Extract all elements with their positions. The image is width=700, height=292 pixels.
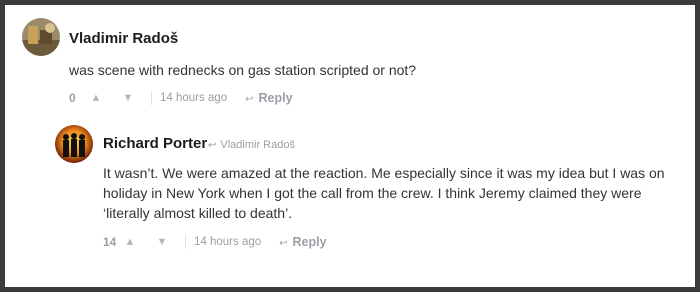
timestamp[interactable]: 14 hours ago <box>194 236 261 248</box>
upvote-icon[interactable]: ▲ <box>123 236 137 248</box>
reply-button[interactable]: ↩ Reply <box>245 91 292 105</box>
reply-label: Reply <box>292 235 327 249</box>
downvote-icon[interactable]: ▼ <box>121 92 135 104</box>
avatar[interactable] <box>55 125 93 163</box>
divider <box>185 235 186 249</box>
comment-actions: 0 ▲ ▼ 14 hours ago ↩ Reply <box>69 90 293 106</box>
comment-actions: 14 ▲ ▼ 14 hours ago ↩ Reply <box>103 234 327 250</box>
avatar[interactable] <box>22 18 60 56</box>
reply-button[interactable]: ↩ Reply <box>279 235 326 249</box>
reply-icon: ↩ <box>279 238 288 249</box>
comment-text: was scene with rednecks on gas station s… <box>69 62 417 78</box>
reply-to-name: Vladimir Radoš <box>220 139 295 151</box>
vote-score: 0 <box>69 91 76 105</box>
divider <box>151 91 152 105</box>
reply-to-icon: ↩ <box>208 140 217 151</box>
vote-score: 14 <box>103 235 117 249</box>
downvote-icon[interactable]: ▼ <box>155 236 169 248</box>
reply-label: Reply <box>258 91 293 105</box>
comment-text: It wasn’t. We were amazed at the reactio… <box>103 165 665 221</box>
comment-author[interactable]: Richard Porter <box>103 135 207 152</box>
reply-to-link[interactable]: ↩ Vladimir Radoš <box>208 139 295 151</box>
timestamp[interactable]: 14 hours ago <box>160 92 227 104</box>
comment-author[interactable]: Vladimir Radoš <box>69 30 178 47</box>
upvote-icon[interactable]: ▲ <box>89 92 103 104</box>
reply-icon: ↩ <box>245 94 254 105</box>
comment-thread: Vladimir Radoš was scene with rednecks o… <box>5 5 695 287</box>
